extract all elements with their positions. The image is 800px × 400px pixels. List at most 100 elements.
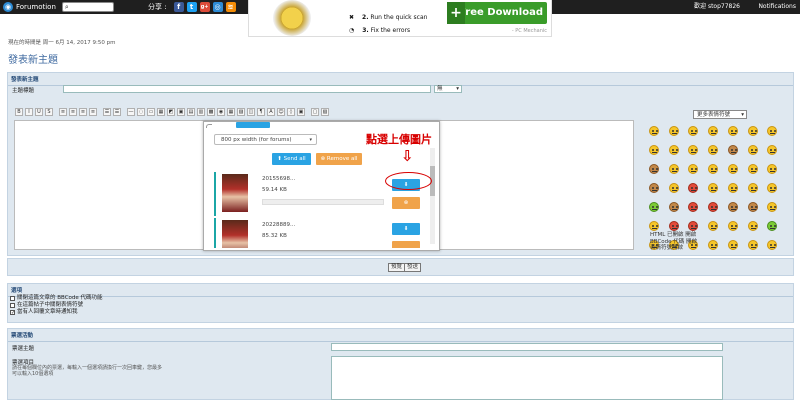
send-all-button[interactable]: ⬆ Send all <box>272 153 311 165</box>
free-download-button[interactable]: + Free Download <box>447 2 547 24</box>
smiley-icon[interactable] <box>688 202 699 212</box>
smiley-icon[interactable] <box>649 145 659 155</box>
smiley-icon[interactable] <box>649 221 659 231</box>
toolbar-button[interactable]: ≡ <box>69 108 77 116</box>
rss-icon[interactable]: ≋ <box>225 2 236 12</box>
toolbar-button[interactable]: ▦ <box>157 108 165 116</box>
remove-all-button[interactable]: ⊗ Remove all <box>316 153 362 165</box>
google-plus-icon[interactable]: g+ <box>199 2 210 12</box>
smiley-icon[interactable] <box>668 221 679 231</box>
smiley-icon[interactable] <box>767 164 778 174</box>
toolbar-button[interactable]: ▤ <box>187 108 195 116</box>
smiley-icon[interactable] <box>708 126 719 136</box>
smiley-icon[interactable] <box>747 145 758 155</box>
toolbar-button[interactable]: B <box>15 108 23 116</box>
popup-scrollbar[interactable] <box>430 148 435 244</box>
remove-button[interactable]: ⊗ <box>392 197 420 209</box>
toolbar-button[interactable]: ≡ <box>79 108 87 116</box>
smiley-icon[interactable] <box>708 240 719 250</box>
toolbar-button[interactable]: — <box>127 108 135 116</box>
smilies-select[interactable]: 更多表情符號 ▾ <box>693 110 747 119</box>
toolbar-button[interactable]: ≡ <box>59 108 67 116</box>
smiley-icon[interactable] <box>727 145 738 155</box>
checkbox[interactable] <box>10 295 15 301</box>
toolbar-button[interactable]: ☺ <box>277 108 285 116</box>
notifications-link[interactable]: Notifications <box>758 0 796 14</box>
toolbar-button[interactable]: ≡ <box>89 108 97 116</box>
smiley-icon[interactable] <box>649 183 659 193</box>
toolbar-button[interactable]: A <box>267 108 275 116</box>
smiley-icon[interactable] <box>688 126 699 136</box>
toolbar-button[interactable]: ▦ <box>227 108 235 116</box>
smiley-icon[interactable] <box>708 202 719 212</box>
brand[interactable]: ◉ Forumotion <box>0 2 56 12</box>
toolbar-button[interactable]: ◊ <box>287 108 295 116</box>
poll-items-textarea[interactable] <box>331 356 723 400</box>
option-disable-smilies[interactable]: 在這篇帖子中關閉表情符號 <box>10 302 103 308</box>
share-icon[interactable]: ◎ <box>212 2 223 12</box>
toolbar-button[interactable]: ◫ <box>247 108 255 116</box>
preview-button[interactable]: 預覽 <box>388 263 406 272</box>
smiley-icon[interactable] <box>668 183 679 193</box>
smiley-icon[interactable] <box>727 126 738 136</box>
smiley-icon[interactable] <box>727 240 738 250</box>
toolbar-button[interactable]: ▭ <box>147 108 155 116</box>
smiley-icon[interactable] <box>668 202 679 212</box>
toolbar-button[interactable]: ◩ <box>167 108 175 116</box>
facebook-icon[interactable]: f <box>173 2 184 12</box>
smiley-icon[interactable] <box>688 164 699 174</box>
smiley-icon[interactable] <box>708 164 719 174</box>
toolbar-button[interactable]: ☰ <box>113 108 121 116</box>
toolbar-button[interactable]: ▣ <box>297 108 305 116</box>
smiley-icon[interactable] <box>747 221 758 231</box>
toolbar-button[interactable]: I <box>25 108 33 116</box>
upload-tab[interactable] <box>236 122 270 128</box>
checkbox-checked[interactable]: ✓ <box>10 309 15 315</box>
smiley-icon[interactable] <box>708 145 719 155</box>
smiley-icon[interactable] <box>727 202 738 212</box>
smiley-icon[interactable] <box>727 183 738 193</box>
smiley-icon[interactable] <box>649 164 659 174</box>
smiley-icon[interactable] <box>747 126 758 136</box>
smiley-icon[interactable] <box>767 221 778 231</box>
toolbar-button[interactable]: ▩ <box>207 108 215 116</box>
toolbar-button[interactable]: ¶ <box>257 108 265 116</box>
submit-button[interactable]: 發送 <box>404 263 422 272</box>
remove-button[interactable] <box>392 241 420 248</box>
toolbar-button[interactable]: ◌ <box>137 108 145 116</box>
smiley-icon[interactable] <box>767 145 778 155</box>
upload-button[interactable]: ⬇ <box>392 223 420 235</box>
checkbox[interactable] <box>10 302 15 308</box>
smiley-icon[interactable] <box>668 126 679 136</box>
smiley-icon[interactable] <box>747 240 758 250</box>
twitter-icon[interactable]: t <box>186 2 197 12</box>
smiley-icon[interactable] <box>668 164 679 174</box>
toolbar-button[interactable]: ☰ <box>103 108 111 116</box>
option-notify-reply[interactable]: ✓ 當有人回覆文章時通知我 <box>10 309 103 315</box>
smiley-icon[interactable] <box>668 145 679 155</box>
smiley-icon[interactable] <box>688 145 699 155</box>
smiley-icon[interactable] <box>708 221 719 231</box>
search-input[interactable]: ⌕ <box>61 2 114 12</box>
toolbar-button[interactable]: ▨ <box>237 108 245 116</box>
toolbar-button[interactable]: ▥ <box>197 108 205 116</box>
toolbar-button[interactable]: U <box>35 108 43 116</box>
subject-input[interactable] <box>63 85 431 93</box>
smiley-icon[interactable] <box>727 221 738 231</box>
smiley-icon[interactable] <box>688 183 699 193</box>
smiley-icon[interactable] <box>767 183 778 193</box>
smiley-icon[interactable] <box>688 221 699 231</box>
toolbar-button[interactable]: ▧ <box>321 108 329 116</box>
smiley-icon[interactable] <box>649 202 659 212</box>
poll-topic-input[interactable] <box>331 343 723 351</box>
smiley-icon[interactable] <box>767 240 778 250</box>
toolbar-button[interactable]: S <box>45 108 53 116</box>
smiley-icon[interactable] <box>727 164 738 174</box>
smiley-icon[interactable] <box>747 202 758 212</box>
toolbar-button[interactable]: ▢ <box>311 108 319 116</box>
image-size-select[interactable]: 800 px width (for forums) ▾ <box>214 134 317 145</box>
smiley-icon[interactable] <box>649 126 659 136</box>
smiley-icon[interactable] <box>747 183 758 193</box>
option-disable-bbcode[interactable]: 關閉這篇文章的 BBCode 代碼功能 <box>10 295 103 301</box>
smiley-icon[interactable] <box>747 164 758 174</box>
